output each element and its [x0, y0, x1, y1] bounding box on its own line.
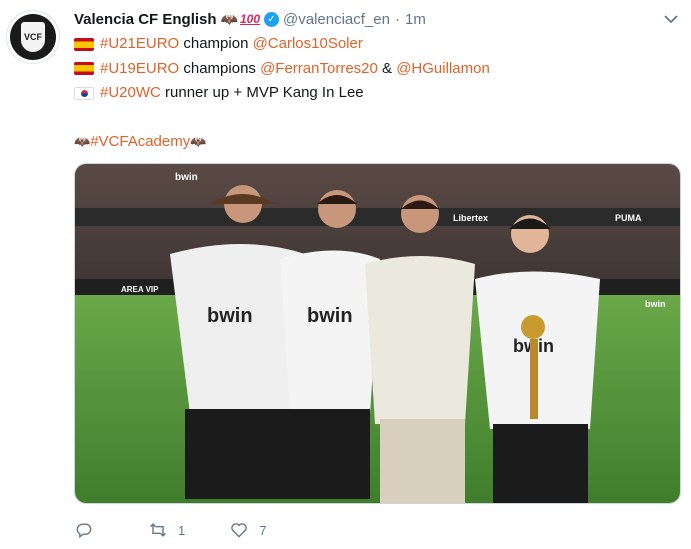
tweet-text-segment: champion	[179, 35, 253, 52]
tweet-text-segment: runner up + MVP Kang In Lee	[160, 84, 364, 101]
banner-text: bwin	[645, 299, 666, 309]
bat-emoji-icon: 🦇	[190, 134, 207, 149]
bat-emoji-icon: 🦇	[74, 134, 91, 149]
bat-emoji-icon: 🦇	[220, 10, 238, 27]
author-handle[interactable]: @valenciacf_en	[283, 11, 390, 28]
banner-text: Libertex	[453, 213, 488, 223]
stadium-photo-illustration: bwin Libertex PUMA AREA VIP bwin bwin bw…	[75, 164, 680, 503]
like-button[interactable]: 7	[229, 520, 266, 540]
south-korea-flag-icon	[74, 86, 94, 100]
tweet-header: Valencia CF English 🦇 100 ✓ @valenciacf_…	[74, 9, 426, 29]
tweet-timestamp[interactable]: 1m	[405, 11, 426, 28]
mention-link[interactable]: @FerranTorres20	[260, 57, 378, 82]
mention-link[interactable]: @Carlos10Soler	[253, 32, 363, 57]
author-avatar[interactable]: VCF	[6, 10, 60, 64]
banner-text: AREA VIP	[121, 285, 159, 294]
like-count: 7	[259, 522, 267, 538]
tweet-actions: 1 7	[74, 520, 310, 540]
tweet-line: 🦇 #VCFAcademy 🦇	[74, 130, 674, 155]
hashtag-link[interactable]: #U19EURO	[100, 57, 179, 82]
tweet-photo[interactable]: bwin Libertex PUMA AREA VIP bwin bwin bw…	[74, 163, 681, 504]
chevron-down-icon[interactable]	[664, 12, 678, 26]
reply-icon	[76, 523, 92, 539]
banner-text: bwin	[175, 172, 198, 183]
hundred-points-emoji-icon: 100	[239, 12, 261, 26]
shirt-sponsor-text: bwin	[307, 305, 353, 327]
verified-badge-icon: ✓	[264, 11, 280, 27]
reply-button[interactable]	[74, 520, 104, 540]
hashtag-link[interactable]: #U21EURO	[100, 32, 179, 57]
tweet-line: #U19EURO champions @FerranTorres20 & @HG…	[74, 57, 674, 82]
valencia-crest-logo: VCF	[10, 14, 56, 60]
mention-link[interactable]: @HGuillamon	[396, 57, 490, 82]
author-name[interactable]: Valencia CF English	[74, 11, 217, 28]
tweet-line: #U21EURO champion @Carlos10Soler	[74, 32, 674, 57]
heart-icon	[231, 523, 248, 538]
separator-dot: ·	[394, 10, 400, 28]
spain-flag-icon	[74, 62, 94, 76]
tweet-text-segment: &	[377, 59, 397, 77]
hashtag-link[interactable]: #U20WC	[100, 81, 161, 106]
banner-text: PUMA	[615, 213, 642, 223]
retweet-count: 1	[178, 522, 186, 538]
spain-flag-icon	[74, 37, 94, 51]
tweet-line: #U20WC runner up + MVP Kang In Lee	[74, 81, 674, 106]
tweet-body: #U21EURO champion @Carlos10Soler #U19EUR…	[74, 32, 674, 155]
retweet-button[interactable]: 1	[148, 520, 185, 540]
tweet-text-segment: champions	[179, 59, 261, 77]
shirt-sponsor-text: bwin	[207, 305, 253, 327]
hashtag-link[interactable]: #VCFAcademy	[90, 130, 190, 155]
retweet-icon	[149, 523, 167, 537]
